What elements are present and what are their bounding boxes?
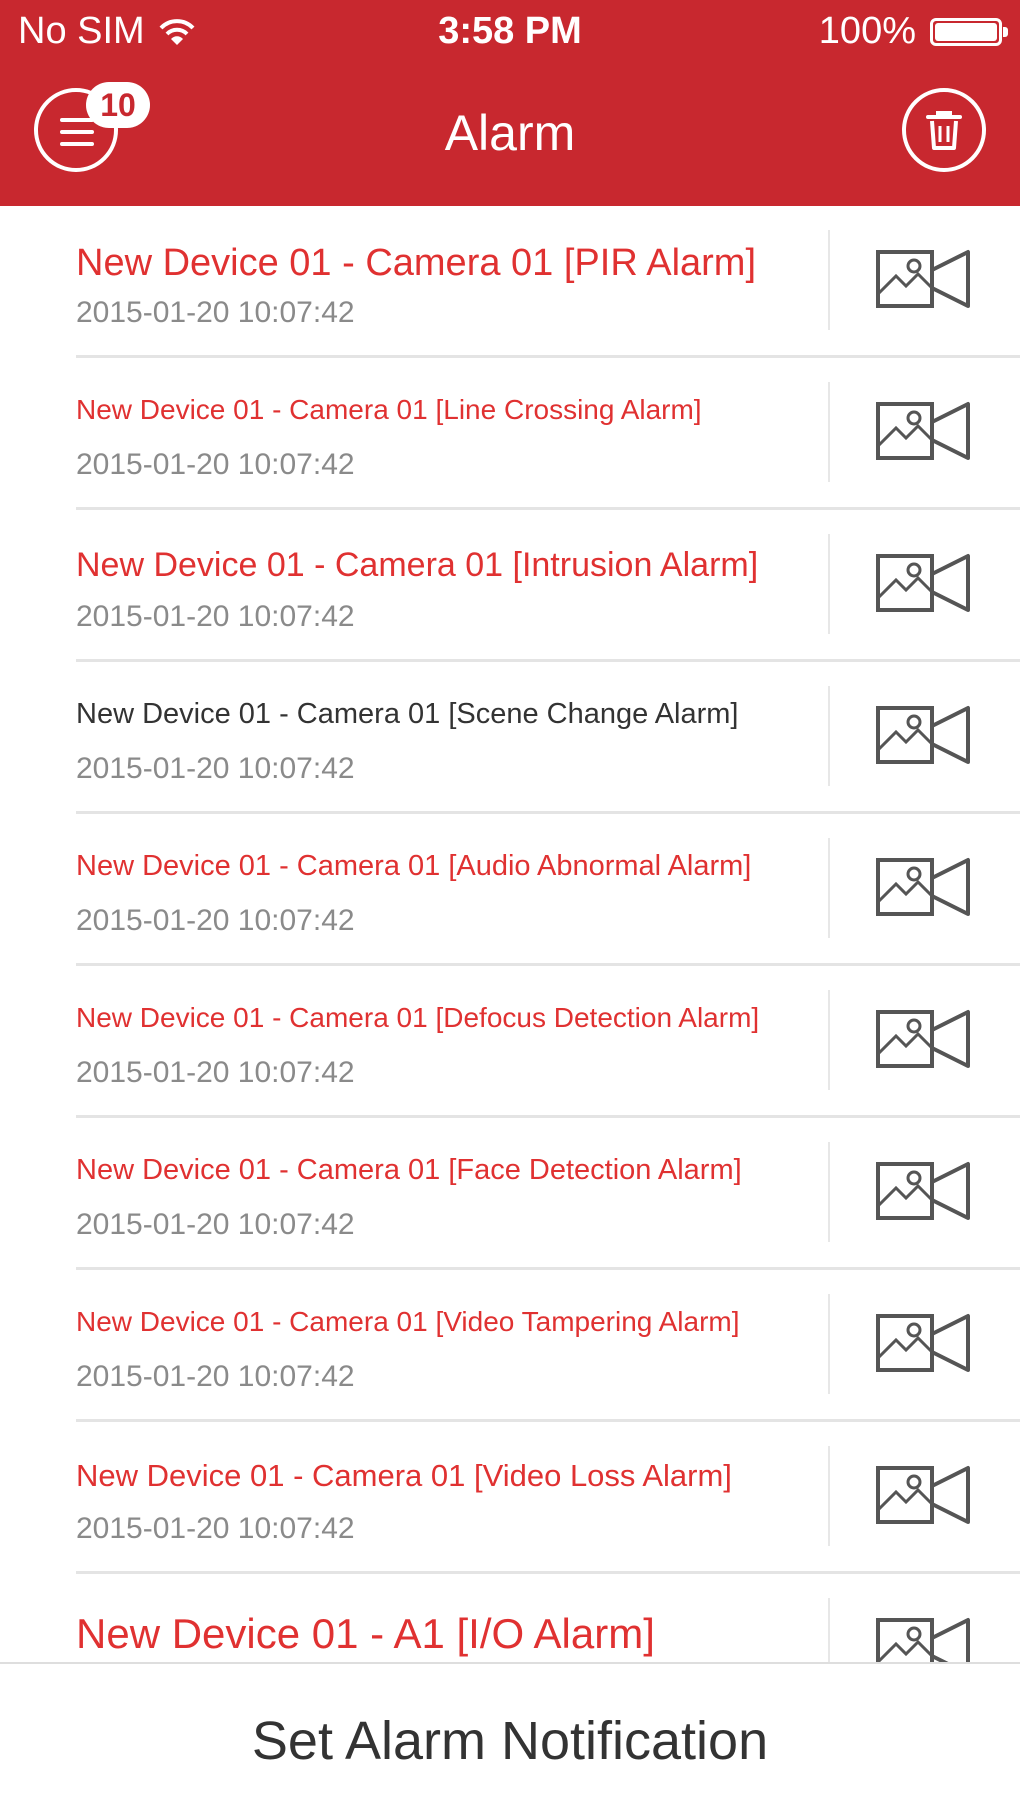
alarm-title: New Device 01 - Camera 01 [Line Crossing… bbox=[76, 394, 702, 425]
alarm-timestamp: 2015-01-20 10:07:42 bbox=[76, 296, 355, 329]
row-divider bbox=[828, 838, 830, 938]
alarm-timestamp: 2015-01-20 10:07:42 bbox=[76, 1208, 355, 1241]
alarm-title: New Device 01 - Camera 01 [Video Loss Al… bbox=[76, 1458, 732, 1493]
alarm-title: New Device 01 - Camera 01 [Audio Abnorma… bbox=[76, 850, 752, 882]
alarm-title: New Device 01 - A1 [I/O Alarm] bbox=[76, 1610, 655, 1657]
battery-percent: 100% bbox=[818, 10, 916, 52]
row-divider bbox=[828, 1446, 830, 1546]
alarm-title: New Device 01 - Camera 01 [Scene Change … bbox=[76, 698, 739, 730]
alarm-title: New Device 01 - Camera 01 [PIR Alarm] bbox=[76, 242, 757, 284]
alarm-row[interactable]: New Device 01 - Camera 01 [Video Tamperi… bbox=[0, 1270, 1020, 1422]
alarm-timestamp: 2015-01-20 10:07:42 bbox=[76, 1512, 355, 1545]
row-divider bbox=[828, 382, 830, 482]
row-divider bbox=[828, 534, 830, 634]
alarm-text: New Device 01 - Camera 01 [Face Detectio… bbox=[76, 1118, 816, 1270]
alarm-text: New Device 01 - Camera 01 [Defocus Detec… bbox=[76, 966, 816, 1118]
video-playback-icon[interactable] bbox=[874, 1158, 974, 1224]
status-right: 100% bbox=[818, 10, 1008, 53]
page-title: Alarm bbox=[444, 105, 576, 161]
row-divider bbox=[828, 686, 830, 786]
video-playback-icon[interactable] bbox=[874, 1310, 974, 1376]
alarm-text: New Device 01 - Camera 01 [PIR Alarm] 201… bbox=[76, 206, 816, 358]
row-divider bbox=[828, 230, 830, 330]
row-divider bbox=[828, 990, 830, 1090]
alarm-row[interactable]: New Device 01 - Camera 01 [Defocus Detec… bbox=[0, 966, 1020, 1118]
alarm-list[interactable]: New Device 01 - Camera 01 [PIR Alarm] 201… bbox=[0, 206, 1020, 1662]
nav-bar: 10 Alarm bbox=[0, 60, 1020, 206]
video-playback-icon[interactable] bbox=[874, 1462, 974, 1528]
alarm-text: New Device 01 - A1 [I/O Alarm] bbox=[76, 1574, 816, 1662]
battery-icon bbox=[930, 17, 1008, 46]
alarm-timestamp: 2015-01-20 10:07:42 bbox=[76, 600, 355, 633]
alarm-timestamp: 2015-01-20 10:07:42 bbox=[76, 448, 355, 481]
video-playback-icon[interactable] bbox=[874, 246, 974, 312]
video-playback-icon[interactable] bbox=[874, 702, 974, 768]
video-playback-icon[interactable] bbox=[874, 854, 974, 920]
alarm-timestamp: 2015-01-20 10:07:42 bbox=[76, 904, 355, 937]
alarm-row[interactable]: New Device 01 - Camera 01 [Audio Abnorma… bbox=[0, 814, 1020, 966]
footer-bar: Set Alarm Notification bbox=[0, 1662, 1020, 1817]
alarm-timestamp: 2015-01-20 10:07:42 bbox=[76, 752, 355, 785]
row-divider bbox=[828, 1598, 830, 1662]
status-bar: No SIM 3:58 PM 100% bbox=[0, 0, 1020, 60]
row-divider bbox=[828, 1142, 830, 1242]
alarm-text: New Device 01 - Camera 01 [Audio Abnorma… bbox=[76, 814, 816, 966]
alarm-text: New Device 01 - Camera 01 [Scene Change … bbox=[76, 662, 816, 814]
alarm-title: New Device 01 - Camera 01 [Video Tamperi… bbox=[76, 1306, 740, 1337]
battery-fill bbox=[935, 22, 997, 41]
alarm-text: New Device 01 - Camera 01 [Line Crossing… bbox=[76, 358, 816, 510]
trash-icon bbox=[926, 111, 962, 150]
alarm-row[interactable]: New Device 01 - Camera 01 [Line Crossing… bbox=[0, 358, 1020, 510]
alarm-row[interactable]: New Device 01 - Camera 01 [Scene Change … bbox=[0, 662, 1020, 814]
alarm-row[interactable]: New Device 01 - Camera 01 [Video Loss Al… bbox=[0, 1422, 1020, 1574]
video-playback-icon[interactable] bbox=[874, 398, 974, 464]
delete-button[interactable] bbox=[902, 88, 986, 172]
alarm-text: New Device 01 - Camera 01 [Intrusion Ala… bbox=[76, 510, 816, 662]
alarm-title: New Device 01 - Camera 01 [Defocus Detec… bbox=[76, 1002, 760, 1033]
alarm-title: New Device 01 - Camera 01 [Face Detectio… bbox=[76, 1154, 742, 1186]
alarm-timestamp: 2015-01-20 10:07:42 bbox=[76, 1056, 355, 1089]
alarm-row[interactable]: New Device 01 - Camera 01 [Face Detectio… bbox=[0, 1118, 1020, 1270]
set-alarm-notification-button[interactable]: Set Alarm Notification bbox=[0, 1664, 1020, 1817]
alarm-row[interactable]: New Device 01 - Camera 01 [Intrusion Ala… bbox=[0, 510, 1020, 662]
video-playback-icon[interactable] bbox=[874, 1614, 974, 1662]
alarm-text: New Device 01 - Camera 01 [Video Loss Al… bbox=[76, 1422, 816, 1574]
alarm-text: New Device 01 - Camera 01 [Video Tamperi… bbox=[76, 1270, 816, 1422]
video-playback-icon[interactable] bbox=[874, 550, 974, 616]
alarm-title: New Device 01 - Camera 01 [Intrusion Ala… bbox=[76, 546, 759, 584]
alarm-row[interactable]: New Device 01 - A1 [I/O Alarm] bbox=[0, 1574, 1020, 1662]
row-divider bbox=[828, 1294, 830, 1394]
video-playback-icon[interactable] bbox=[874, 1006, 974, 1072]
alarm-row[interactable]: New Device 01 - Camera 01 [PIR Alarm] 201… bbox=[0, 206, 1020, 358]
alarm-timestamp: 2015-01-20 10:07:42 bbox=[76, 1360, 355, 1393]
